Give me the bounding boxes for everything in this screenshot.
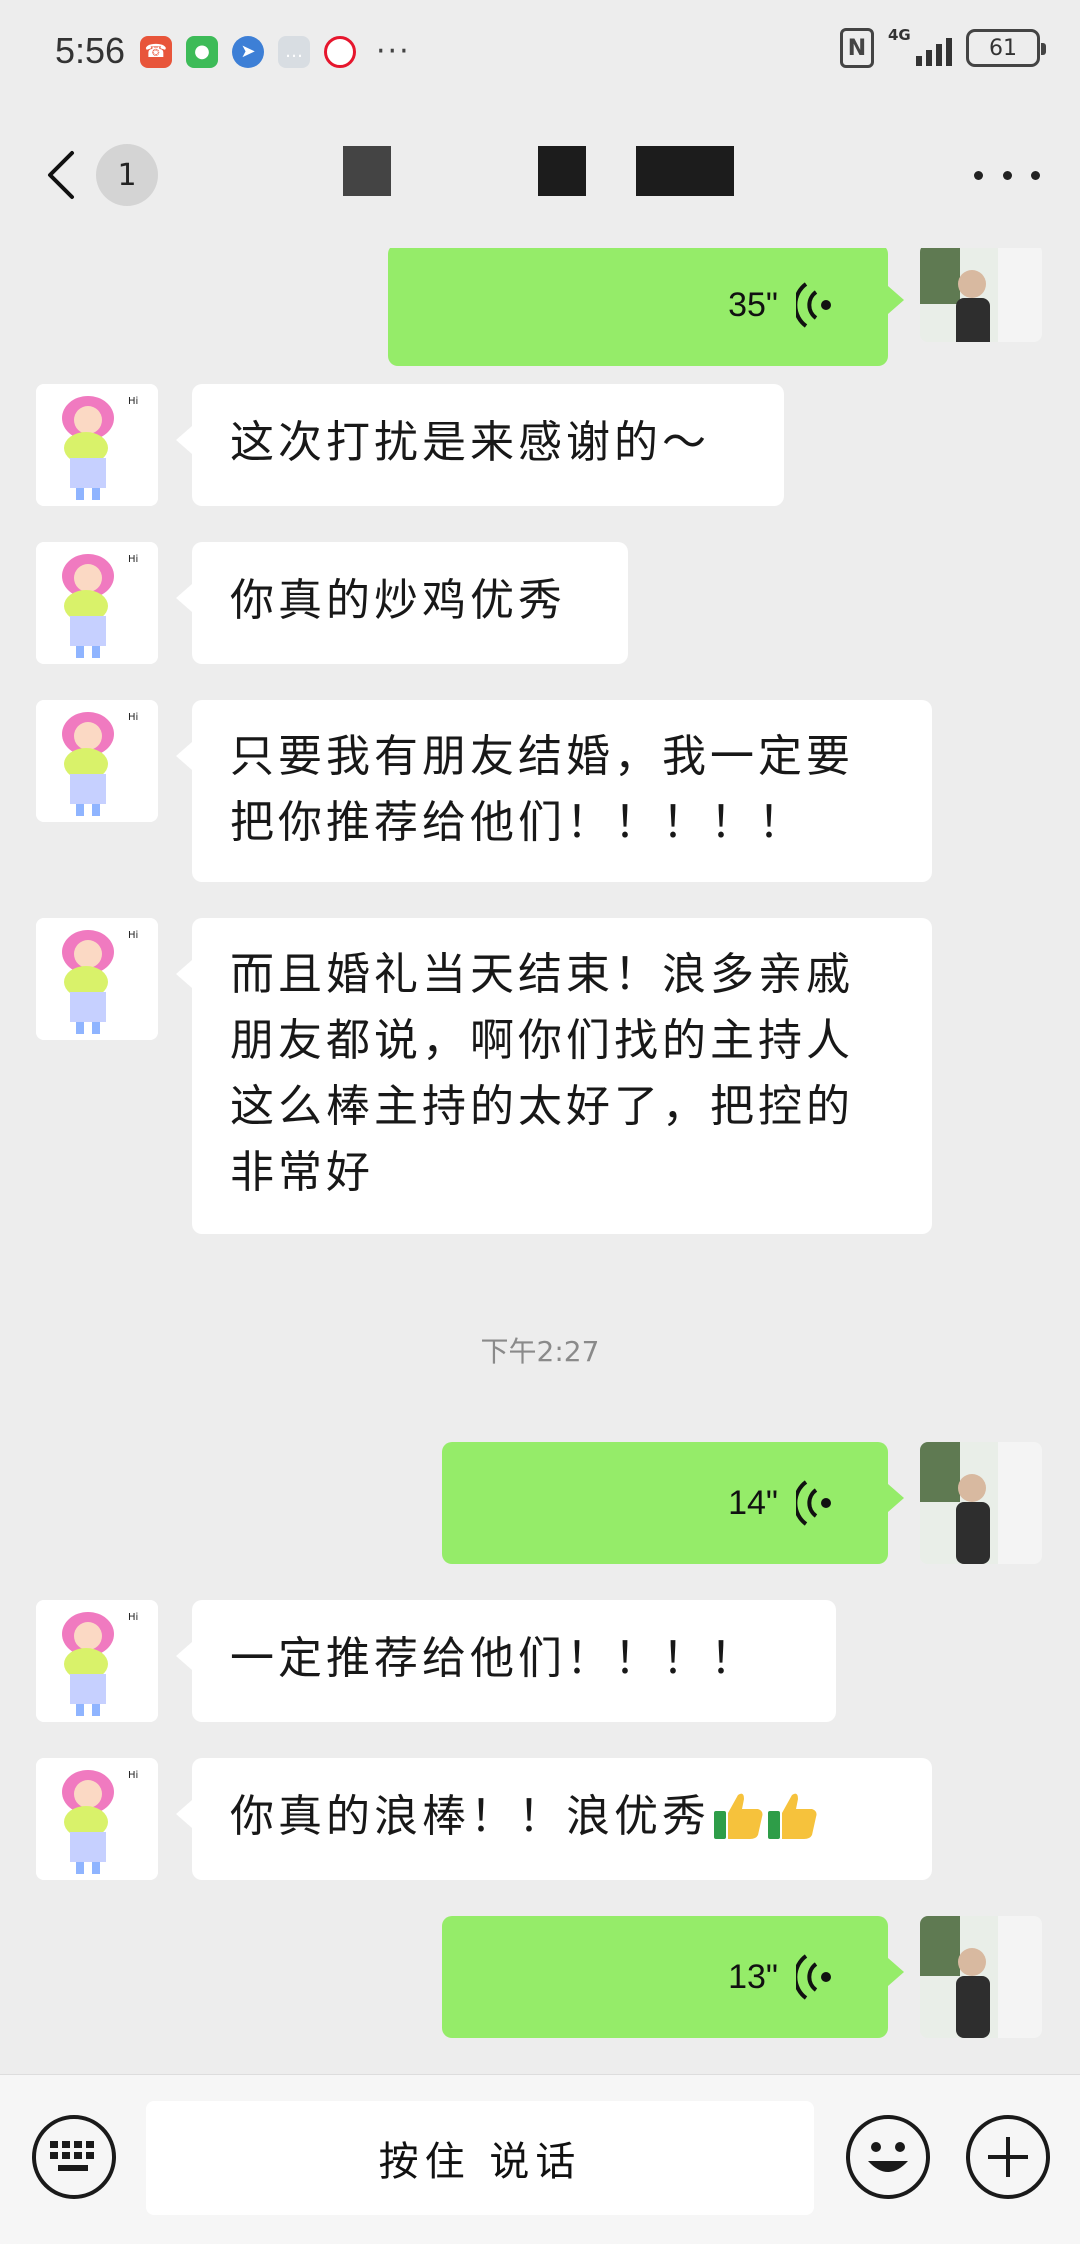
contact-avatar[interactable]: Hi [36, 384, 158, 506]
message-text-line: 朋友都说，啊你们找的主持人 [230, 1015, 854, 1066]
voice-wave-icon [796, 1480, 831, 1526]
weibo-icon [324, 35, 356, 68]
more-notifications-icon: ··· [376, 34, 411, 69]
avatar-photo [920, 1442, 1042, 1564]
missed-call-icon: ☎ [140, 35, 172, 68]
redacted-title [343, 146, 391, 196]
text-message[interactable]: 你真的炒鸡优秀 [176, 542, 628, 664]
avatar-photo [920, 248, 1042, 342]
cartoon-avatar: Hi [36, 384, 158, 506]
voice-wave-icon [796, 282, 831, 328]
chevron-left-icon [48, 151, 74, 199]
message-text-line: 只要我有朋友结婚，我一定要 [230, 731, 854, 782]
redacted-title [636, 146, 734, 196]
message-text-line: 这么棒主持的太好了，把控的 [230, 1081, 854, 1132]
cartoon-avatar: Hi [36, 700, 158, 822]
cartoon-avatar: Hi [36, 1758, 158, 1880]
text-message[interactable]: 一定推荐给他们！！！！ [176, 1600, 836, 1722]
contact-avatar[interactable]: Hi [36, 542, 158, 664]
messages-icon: … [278, 35, 310, 68]
thumbs-up-icon [768, 1793, 817, 1839]
chat-header: 1 [0, 100, 1080, 248]
thumbs-up-icon [714, 1793, 763, 1839]
emoji-button[interactable] [846, 2115, 930, 2199]
nfc-icon: N [840, 28, 874, 68]
voice-message[interactable]: 13" [442, 1916, 904, 2038]
cartoon-avatar: Hi [36, 918, 158, 1040]
dot-icon [1031, 170, 1040, 180]
svg-text:Hi: Hi [128, 1770, 138, 1781]
notification-icons: ☎ ● ➤ … ··· [140, 34, 411, 69]
battery-level: 61 [989, 35, 1017, 61]
message-text: 这次打扰是来感谢的～ [230, 417, 710, 468]
message-text-line: 而且婚礼当天结束！浪多亲戚 [230, 949, 854, 1000]
battery-icon: 61 [966, 29, 1046, 67]
more-options-button[interactable] [974, 160, 1040, 190]
unread-badge[interactable]: 1 [96, 144, 158, 206]
time-divider: 下午2:27 [480, 1335, 600, 1368]
hold-to-talk-button[interactable]: 按住 说话 [146, 2101, 814, 2215]
my-avatar[interactable] [920, 248, 1042, 342]
dot-icon [1002, 170, 1012, 180]
contact-avatar[interactable]: Hi [36, 1758, 158, 1880]
back-button[interactable] [46, 150, 86, 200]
svg-text:Hi: Hi [128, 1612, 138, 1623]
contact-avatar[interactable]: Hi [36, 1600, 158, 1722]
svg-text:Hi: Hi [128, 396, 138, 407]
my-avatar[interactable] [920, 1916, 1042, 2038]
my-avatar[interactable] [920, 1442, 1042, 1564]
status-time: 5:56 [55, 30, 126, 71]
message-text: 一定推荐给他们！！！！ [230, 1633, 758, 1684]
text-message[interactable]: 而且婚礼当天结束！浪多亲戚 朋友都说，啊你们找的主持人 这么棒主持的太好了，把控… [176, 918, 932, 1234]
wechat-icon: ● [186, 35, 218, 68]
svg-text:Hi: Hi [128, 930, 138, 941]
message-text: 你真的浪棒！！浪优秀 [230, 1791, 710, 1842]
signal-icon: 4G [888, 26, 952, 68]
browser-icon: ➤ [232, 35, 264, 68]
voice-duration: 35" [728, 286, 778, 324]
more-functions-button[interactable] [966, 2115, 1050, 2199]
cartoon-avatar: Hi [36, 1600, 158, 1722]
smiley-icon [868, 2142, 908, 2172]
network-type: 4G [888, 26, 911, 44]
avatar-photo [920, 1916, 1042, 2038]
message-text-line: 非常好 [230, 1147, 374, 1198]
voice-wave-icon [796, 1954, 831, 2000]
contact-avatar[interactable]: Hi [36, 918, 158, 1040]
message-text: 你真的炒鸡优秀 [230, 575, 566, 626]
svg-text:Hi: Hi [128, 712, 138, 723]
voice-duration: 14" [728, 1484, 778, 1522]
text-message[interactable]: 你真的浪棒！！浪优秀 [176, 1758, 932, 1880]
voice-message[interactable]: 14" [442, 1442, 904, 1564]
keyboard-toggle-button[interactable] [32, 2115, 116, 2199]
redacted-title [538, 146, 586, 196]
cartoon-avatar: Hi [36, 542, 158, 664]
system-icons: N 4G 61 [840, 26, 1046, 68]
chat-area[interactable]: 35" Hi 这次打扰是来感谢的～ Hi 你真的炒鸡优秀 Hi 只要我有朋友结婚… [0, 248, 1080, 2074]
text-message[interactable]: 只要我有朋友结婚，我一定要 把你推荐给他们！！！！！ [176, 700, 932, 882]
status-bar: 5:56 ☎ ● ➤ … ··· N 4G 61 [0, 0, 1080, 100]
text-message[interactable]: 这次打扰是来感谢的～ [176, 384, 784, 506]
svg-text:Hi: Hi [128, 554, 138, 565]
input-bar: 按住 说话 [0, 2074, 1080, 2244]
message-text-line: 把你推荐给他们！！！！！ [230, 797, 806, 848]
contact-avatar[interactable]: Hi [36, 700, 158, 822]
voice-duration: 13" [728, 1958, 778, 1996]
dot-icon [974, 170, 983, 180]
voice-message[interactable]: 35" [388, 248, 904, 366]
keyboard-icon [50, 2141, 94, 2171]
plus-icon [988, 2137, 1028, 2177]
